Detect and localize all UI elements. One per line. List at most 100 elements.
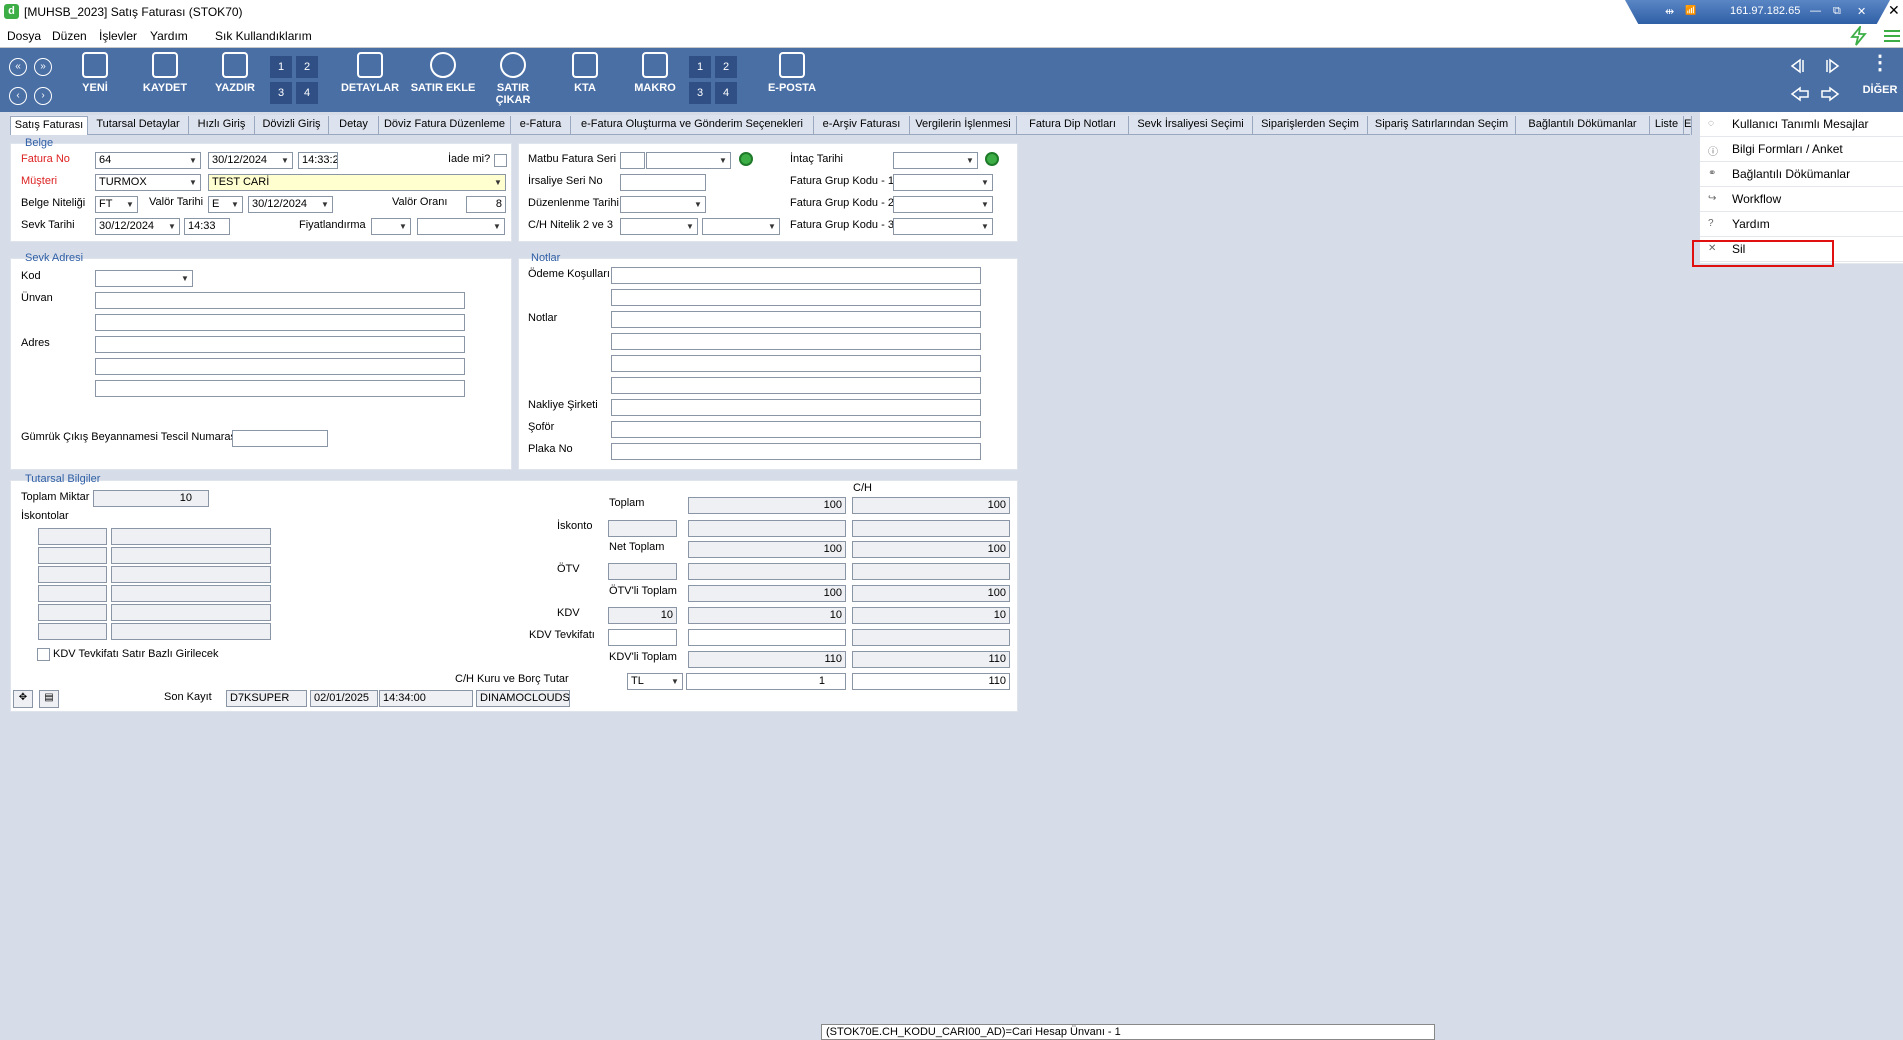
unvan-field-1[interactable] [95, 292, 465, 309]
clipboard-icon[interactable]: ▤ [39, 690, 59, 708]
more-button[interactable]: ⋮ DİĞER [1862, 52, 1898, 96]
menu-duzen[interactable]: Düzen [52, 29, 87, 43]
kdv-tevkifati-rate-field[interactable] [608, 629, 677, 646]
notlar-field-3[interactable] [611, 333, 981, 350]
sevk-date-field[interactable]: 30/12/2024 ▼ [95, 218, 180, 235]
tab-vergilerin-islenmesi[interactable]: Vergilerin İşlenmesi [910, 116, 1017, 135]
sofor-field[interactable] [611, 421, 981, 438]
save-button[interactable]: KAYDET [140, 52, 190, 94]
prev-next-arrows-icon[interactable] [1790, 86, 1840, 102]
menu-yardim[interactable]: Yardım [150, 29, 188, 43]
adres-field-1[interactable] [95, 336, 465, 353]
tab-liste[interactable]: Liste [1650, 116, 1684, 135]
macro-button[interactable]: MAKRO [630, 52, 680, 94]
tab-dovizli-giris[interactable]: Dövizli Giriş [255, 116, 329, 135]
kta-button[interactable]: KTA [560, 52, 610, 94]
iskonto-grid-cell[interactable] [111, 566, 271, 583]
prev-record-icon[interactable]: ‹ [9, 87, 27, 105]
grup1-field[interactable]: ▼ [893, 174, 993, 191]
tab-overflow[interactable]: E [1684, 116, 1692, 135]
grup2-field[interactable]: ▼ [893, 196, 993, 213]
notlar-field-2[interactable] [611, 311, 981, 328]
macro-page-3[interactable]: 3 [689, 82, 711, 104]
macro-page-4[interactable]: 4 [715, 82, 737, 104]
iskonto-grid-cell[interactable] [38, 604, 107, 621]
tab-baglantili-dokumanlar[interactable]: Bağlantılı Dökümanlar [1516, 116, 1650, 135]
tab-sevk-irsaliyesi-secimi[interactable]: Sevk İrsaliyesi Seçimi [1129, 116, 1253, 135]
print-page-4[interactable]: 4 [296, 82, 318, 104]
borc-field[interactable]: 110 [852, 673, 1010, 690]
tab-hizli-giris[interactable]: Hızlı Giriş [189, 116, 255, 135]
email-button[interactable]: E-POSTA [760, 52, 824, 94]
minimize-icon[interactable]: — [1810, 5, 1821, 17]
iade-checkbox[interactable] [494, 154, 507, 167]
ctx-bilgi-formlari[interactable]: ⓘ Bilgi Formları / Anket [1700, 137, 1903, 162]
ch-nitelik-2-field[interactable]: ▼ [620, 218, 698, 235]
notlar-field-5[interactable] [611, 377, 981, 394]
print-button[interactable]: YAZDIR [210, 52, 260, 94]
last-record-icon[interactable]: » [34, 58, 52, 76]
tab-satis-faturasi[interactable]: Satış Faturası [10, 116, 88, 135]
kdv-tevkifati-field[interactable] [688, 629, 846, 646]
add-row-button[interactable]: SATIR EKLE [410, 52, 476, 94]
menu-islevler[interactable]: İşlevler [99, 29, 137, 43]
duzenlenme-field[interactable]: ▼ [620, 196, 706, 213]
valor-date-field[interactable]: 30/12/2024 ▼ [248, 196, 333, 213]
pin-icon[interactable]: ⇹ [1665, 5, 1674, 18]
fiyatlandirma-field[interactable]: ▼ [417, 218, 505, 235]
grup3-field[interactable]: ▼ [893, 218, 993, 235]
ctx-kullanici-mesajlar[interactable]: ◌ Kullanıcı Tanımlı Mesajlar [1700, 112, 1903, 137]
iskonto-grid-cell[interactable] [38, 566, 107, 583]
tab-fatura-dip-notlari[interactable]: Fatura Dip Notları [1017, 116, 1129, 135]
matbu-sira-field[interactable]: ▼ [646, 152, 731, 169]
tab-siparislerden-secim[interactable]: Siparişlerden Seçim [1253, 116, 1368, 135]
notlar-field-4[interactable] [611, 355, 981, 372]
unvan-field-2[interactable] [95, 314, 465, 331]
irsaliye-field[interactable] [620, 174, 706, 191]
print-page-1[interactable]: 1 [270, 56, 292, 78]
fatura-no-field[interactable]: 64 ▼ [95, 152, 201, 169]
iskonto-grid-cell[interactable] [38, 547, 107, 564]
iskonto-grid-cell[interactable] [111, 547, 271, 564]
fatura-date-field[interactable]: 30/12/2024 ▼ [208, 152, 293, 169]
iskonto-grid-cell[interactable] [38, 623, 107, 640]
tab-e-arsiv-faturasi[interactable]: e-Arşiv Faturası [814, 116, 910, 135]
ch-nitelik-3-field[interactable]: ▼ [702, 218, 780, 235]
belge-niteligi-field[interactable]: FT ▼ [95, 196, 138, 213]
restore-icon[interactable]: ⧉ [1833, 5, 1841, 18]
refresh-icon[interactable] [985, 152, 999, 166]
tab-detay[interactable]: Detay [329, 116, 379, 135]
odeme-field[interactable] [611, 267, 981, 284]
print-page-3[interactable]: 3 [270, 82, 292, 104]
remote-close-icon[interactable]: ✕ [1857, 5, 1866, 18]
sevk-kod-field[interactable]: ▼ [95, 270, 193, 287]
ctx-yardim[interactable]: ? Yardım [1700, 212, 1903, 237]
iskonto-grid-cell[interactable] [38, 585, 107, 602]
valor-flag-field[interactable]: E ▼ [208, 196, 243, 213]
tab-tutarsal-detaylar[interactable]: Tutarsal Detaylar [88, 116, 189, 135]
move-icon[interactable]: ✥ [13, 690, 33, 708]
ctx-workflow[interactable]: ↪ Workflow [1700, 187, 1903, 212]
menu-sik-kullandiklarim[interactable]: Sık Kullandıklarım [215, 29, 312, 43]
iskonto-grid-cell[interactable] [111, 585, 271, 602]
new-button[interactable]: YENİ [70, 52, 120, 94]
nakliye-field[interactable] [611, 399, 981, 416]
remove-row-button[interactable]: SATIR ÇIKAR [478, 52, 548, 106]
musteri-code-field[interactable]: TURMOX ▼ [95, 174, 201, 191]
details-button[interactable]: DETAYLAR [340, 52, 400, 94]
iskonto-grid-cell[interactable] [38, 528, 107, 545]
sevk-time-field[interactable]: 14:33 [184, 218, 230, 235]
matbu-seri-field[interactable] [620, 152, 645, 169]
iskonto-grid-cell[interactable] [111, 604, 271, 621]
plaka-field[interactable] [611, 443, 981, 460]
tab-e-fatura-olusturma[interactable]: e-Fatura Oluşturma ve Gönderim Seçenekle… [571, 116, 814, 135]
window-close-icon[interactable]: ✕ [1888, 2, 1900, 19]
hamburger-menu-icon[interactable] [1883, 27, 1901, 45]
adres-field-2[interactable] [95, 358, 465, 375]
print-page-2[interactable]: 2 [296, 56, 318, 78]
tab-e-fatura[interactable]: e-Fatura [511, 116, 571, 135]
gumruk-field[interactable] [232, 430, 328, 447]
intac-field[interactable]: ▼ [893, 152, 978, 169]
lightning-icon[interactable] [1849, 26, 1869, 46]
fiyatlandirma-type-field[interactable]: ▼ [371, 218, 411, 235]
